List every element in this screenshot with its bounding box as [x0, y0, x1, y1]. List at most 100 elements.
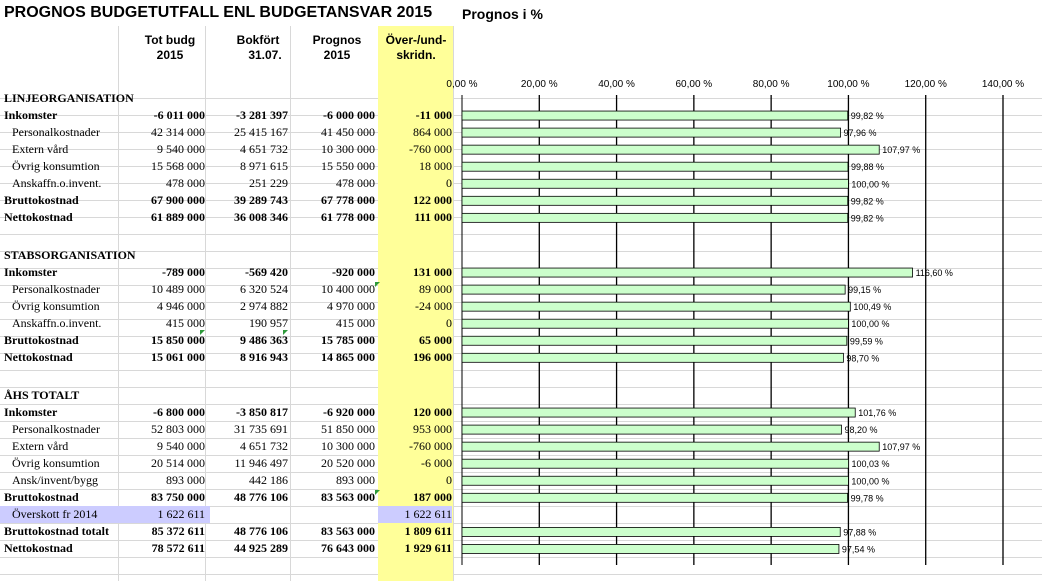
cell-tot[interactable]: 83 750 000 — [120, 489, 205, 506]
cell-over[interactable]: 89 000 — [378, 281, 452, 298]
comment-indicator-icon[interactable] — [283, 330, 288, 335]
cell-tot[interactable]: 1 622 611 — [120, 506, 205, 523]
cell-bok[interactable]: 6 320 524 — [205, 281, 288, 298]
cell-tot[interactable]: 4 946 000 — [120, 298, 205, 315]
cell-prog[interactable]: 20 520 000 — [292, 455, 375, 472]
cell-prog[interactable]: 83 563 000 — [292, 489, 375, 506]
cell-tot[interactable]: 478 000 — [120, 175, 205, 192]
cell-prog[interactable]: -6 920 000 — [292, 404, 375, 421]
cell-bok[interactable]: 31 735 691 — [205, 421, 288, 438]
cell-bok[interactable]: 36 008 346 — [205, 209, 288, 226]
cell-prog[interactable]: 51 850 000 — [292, 421, 375, 438]
row-label[interactable]: Nettokostnad — [4, 209, 134, 226]
comment-indicator-icon[interactable] — [375, 490, 380, 495]
row-label[interactable]: Bruttokostnad — [4, 192, 134, 209]
cell-over[interactable]: 0 — [378, 175, 452, 192]
cell-tot[interactable]: 10 489 000 — [120, 281, 205, 298]
cell-over[interactable]: 18 000 — [378, 158, 452, 175]
row-label[interactable]: Nettokostnad — [4, 349, 134, 366]
cell-tot[interactable]: 15 850 000 — [120, 332, 205, 349]
cell-over[interactable]: 111 000 — [378, 209, 452, 226]
row-label[interactable]: Inkomster — [4, 404, 134, 421]
cell-over[interactable]: -6 000 — [378, 455, 452, 472]
cell-over[interactable]: 864 000 — [378, 124, 452, 141]
cell-bok[interactable]: 8 916 943 — [205, 349, 288, 366]
cell-tot[interactable]: 9 540 000 — [120, 141, 205, 158]
cell-over[interactable]: 1 929 611 — [378, 540, 452, 557]
cell-prog[interactable]: 15 785 000 — [292, 332, 375, 349]
cell-bok[interactable]: -3 850 817 — [205, 404, 288, 421]
cell-over[interactable]: -760 000 — [378, 141, 452, 158]
cell-tot[interactable]: 9 540 000 — [120, 438, 205, 455]
cell-bok[interactable]: 11 946 497 — [205, 455, 288, 472]
cell-over[interactable]: 120 000 — [378, 404, 452, 421]
cell-tot[interactable]: 42 314 000 — [120, 124, 205, 141]
cell-prog[interactable]: 10 300 000 — [292, 438, 375, 455]
cell-over[interactable]: -24 000 — [378, 298, 452, 315]
cell-over[interactable]: -11 000 — [378, 107, 452, 124]
cell-prog[interactable]: 893 000 — [292, 472, 375, 489]
cell-bok[interactable]: 442 186 — [205, 472, 288, 489]
cell-prog[interactable]: 67 778 000 — [292, 192, 375, 209]
cell-bok[interactable]: 48 776 106 — [205, 489, 288, 506]
cell-bok[interactable]: 190 957 — [205, 315, 288, 332]
cell-over[interactable]: 1 622 611 — [378, 506, 452, 523]
cell-bok[interactable]: 44 925 289 — [205, 540, 288, 557]
row-label[interactable]: Inkomster — [4, 264, 134, 281]
cell-tot[interactable]: 415 000 — [120, 315, 205, 332]
cell-over[interactable]: 187 000 — [378, 489, 452, 506]
cell-over[interactable]: 0 — [378, 315, 452, 332]
cell-over[interactable]: 122 000 — [378, 192, 452, 209]
cell-prog[interactable]: 478 000 — [292, 175, 375, 192]
cell-tot[interactable]: 67 900 000 — [120, 192, 205, 209]
cell-prog[interactable]: 10 300 000 — [292, 141, 375, 158]
cell-bok[interactable]: -3 281 397 — [205, 107, 288, 124]
cell-over[interactable]: 953 000 — [378, 421, 452, 438]
cell-prog[interactable]: 14 865 000 — [292, 349, 375, 366]
cell-prog[interactable]: 4 970 000 — [292, 298, 375, 315]
cell-bok[interactable]: 251 229 — [205, 175, 288, 192]
cell-bok[interactable] — [205, 506, 288, 523]
cell-prog[interactable]: 76 643 000 — [292, 540, 375, 557]
cell-bok[interactable]: -569 420 — [205, 264, 288, 281]
cell-prog[interactable]: 415 000 — [292, 315, 375, 332]
cell-bok[interactable]: 4 651 732 — [205, 141, 288, 158]
cell-bok[interactable]: 25 415 167 — [205, 124, 288, 141]
cell-tot[interactable]: -789 000 — [120, 264, 205, 281]
cell-prog[interactable]: -920 000 — [292, 264, 375, 281]
cell-tot[interactable]: 15 568 000 — [120, 158, 205, 175]
cell-tot[interactable]: 78 572 611 — [120, 540, 205, 557]
comment-indicator-icon[interactable] — [375, 282, 380, 287]
cell-bok[interactable]: 2 974 882 — [205, 298, 288, 315]
cell-tot[interactable]: 85 372 611 — [120, 523, 205, 540]
cell-bok[interactable]: 9 486 363 — [205, 332, 288, 349]
cell-over[interactable]: 0 — [378, 472, 452, 489]
row-label[interactable]: Bruttokostnad — [4, 489, 134, 506]
cell-tot[interactable]: -6 011 000 — [120, 107, 205, 124]
cell-prog[interactable]: -6 000 000 — [292, 107, 375, 124]
cell-tot[interactable]: 61 889 000 — [120, 209, 205, 226]
cell-tot[interactable]: -6 800 000 — [120, 404, 205, 421]
cell-over[interactable]: -760 000 — [378, 438, 452, 455]
cell-over[interactable]: 1 809 611 — [378, 523, 452, 540]
cell-bok[interactable]: 8 971 615 — [205, 158, 288, 175]
comment-indicator-icon[interactable] — [200, 330, 205, 335]
cell-prog[interactable] — [292, 506, 375, 523]
cell-tot[interactable]: 15 061 000 — [120, 349, 205, 366]
row-label[interactable]: Nettokostnad — [4, 540, 134, 557]
cell-over[interactable]: 196 000 — [378, 349, 452, 366]
cell-prog[interactable]: 83 563 000 — [292, 523, 375, 540]
cell-tot[interactable]: 893 000 — [120, 472, 205, 489]
row-label[interactable]: Bruttokostnad — [4, 332, 134, 349]
cell-bok[interactable]: 39 289 743 — [205, 192, 288, 209]
cell-prog[interactable]: 61 778 000 — [292, 209, 375, 226]
cell-tot[interactable]: 52 803 000 — [120, 421, 205, 438]
cell-prog[interactable]: 15 550 000 — [292, 158, 375, 175]
cell-tot[interactable]: 20 514 000 — [120, 455, 205, 472]
cell-over[interactable]: 131 000 — [378, 264, 452, 281]
row-label[interactable]: Bruttokostnad totalt — [4, 523, 134, 540]
cell-over[interactable]: 65 000 — [378, 332, 452, 349]
cell-prog[interactable]: 10 400 000 — [292, 281, 375, 298]
cell-bok[interactable]: 48 776 106 — [205, 523, 288, 540]
cell-prog[interactable]: 41 450 000 — [292, 124, 375, 141]
